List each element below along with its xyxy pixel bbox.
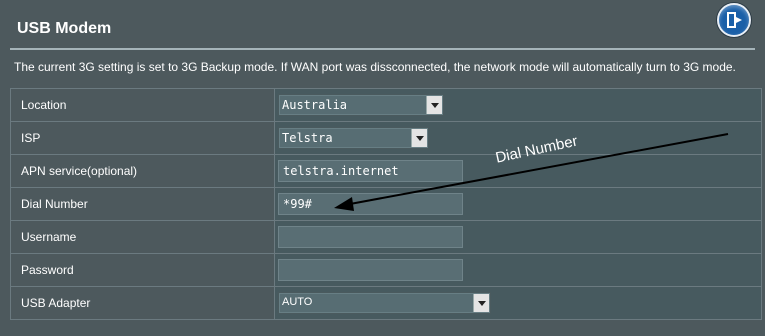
annotation-arrow bbox=[334, 133, 729, 211]
